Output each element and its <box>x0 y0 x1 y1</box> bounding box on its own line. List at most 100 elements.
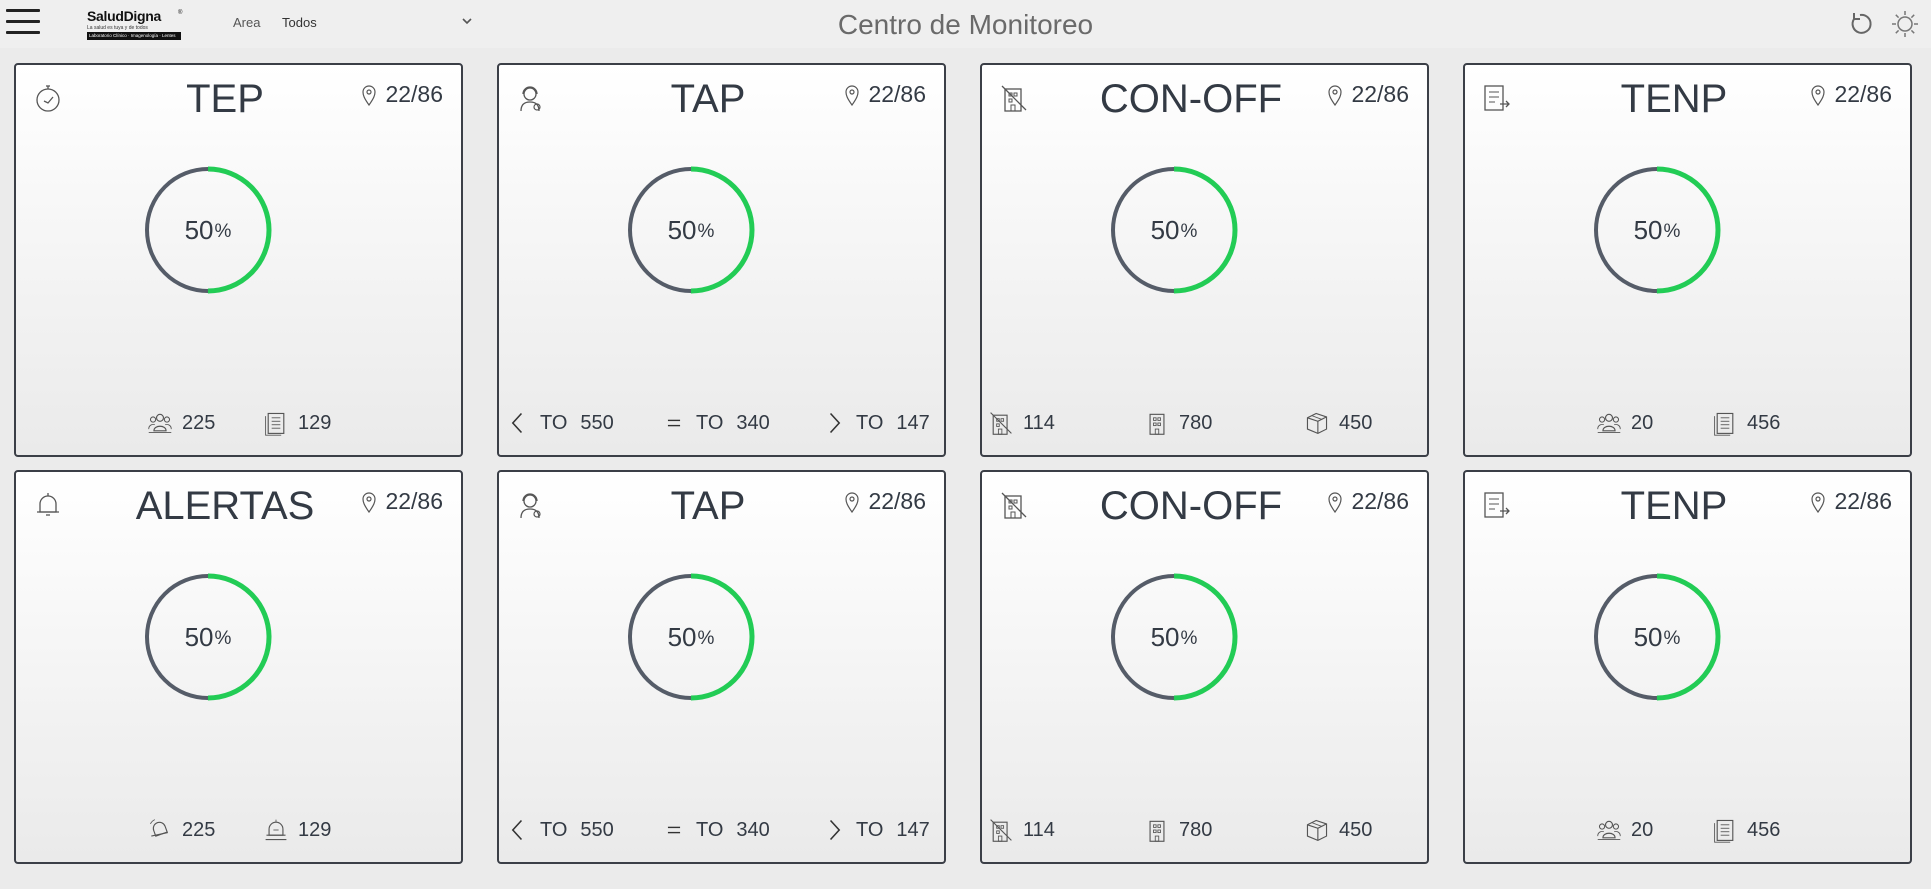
gauge-label: 50% <box>1107 570 1241 704</box>
monitor-card[interactable]: TEP 22/86 50% 225 129 <box>14 63 463 457</box>
stat-prefix: TO <box>696 818 724 841</box>
building-offline-icon <box>990 819 1012 842</box>
location-count: 22/86 <box>1327 488 1409 515</box>
users-group-icon <box>148 413 172 433</box>
progress-gauge: 50% <box>624 570 758 704</box>
map-pin-icon <box>845 84 860 106</box>
monitor-card[interactable]: TENP 22/86 50% 20 456 <box>1463 63 1912 457</box>
stat-value: 340 <box>736 411 770 434</box>
monitor-card[interactable]: ALERTAS 22/86 50% 225 129 <box>14 470 463 864</box>
boxes-icon <box>1306 412 1328 435</box>
percent-value: 50 <box>1633 214 1663 245</box>
monitor-card[interactable]: TENP 22/86 50% 20 456 <box>1463 470 1912 864</box>
card-stat: 450 <box>1304 817 1372 843</box>
building-icon <box>1149 413 1165 435</box>
stat-value: 780 <box>1179 818 1213 841</box>
monitor-card[interactable]: CON-OFF 22/86 50% 114 780 450 <box>980 63 1429 457</box>
progress-gauge: 50% <box>141 163 275 297</box>
stat-value: 550 <box>580 818 614 841</box>
location-count: 22/86 <box>361 488 443 515</box>
card-stat: 20 <box>1596 410 1653 436</box>
card-stat: 450 <box>1304 410 1372 436</box>
card-stat: 780 <box>1144 817 1212 843</box>
card-stat: TO 550 <box>505 410 614 436</box>
card-stat: 114 <box>988 817 1055 843</box>
card-stat: TO 340 <box>661 817 770 843</box>
percent-value: 50 <box>667 621 697 652</box>
monitor-card[interactable]: TAP 22/86 50% TO 550 TO 340 TO 147 <box>497 63 946 457</box>
location-value: 22/86 <box>868 81 926 107</box>
document-list-icon <box>265 412 285 436</box>
top-bar: SaludDigna ® La salud es tuya y de todos… <box>0 0 1931 48</box>
card-stat: 20 <box>1596 817 1653 843</box>
stat-prefix: TO <box>540 411 568 434</box>
gauge-label: 50% <box>1590 570 1724 704</box>
card-stat: 456 <box>1712 410 1780 436</box>
equals-icon <box>667 826 681 834</box>
map-pin-icon <box>362 84 377 106</box>
card-stat: TO 550 <box>505 817 614 843</box>
building-icon <box>1149 820 1165 842</box>
card-stat: 225 <box>147 410 215 436</box>
percent-sign: % <box>697 628 715 649</box>
card-stat: 225 <box>147 817 215 843</box>
stat-value: 225 <box>182 411 216 434</box>
percent-value: 50 <box>667 214 697 245</box>
bell-alert-icon <box>265 819 287 841</box>
map-pin-icon <box>845 491 860 513</box>
document-list-icon <box>1714 412 1734 436</box>
percent-sign: % <box>214 221 232 242</box>
location-value: 22/86 <box>1351 488 1409 514</box>
building-offline-icon <box>990 412 1012 435</box>
gauge-label: 50% <box>624 163 758 297</box>
location-count: 22/86 <box>1810 488 1892 515</box>
stat-value: 147 <box>896 818 930 841</box>
gauge-label: 50% <box>1590 163 1724 297</box>
card-stat: TO 147 <box>821 410 930 436</box>
page-title: Centro de Monitoreo <box>837 9 1094 40</box>
progress-gauge: 50% <box>1107 163 1241 297</box>
progress-gauge: 50% <box>624 163 758 297</box>
stat-value: 129 <box>298 411 332 434</box>
percent-sign: % <box>1180 221 1198 242</box>
document-list-icon <box>1714 819 1734 843</box>
monitor-card[interactable]: CON-OFF 22/86 50% 114 780 450 <box>980 470 1429 864</box>
users-group-icon <box>1597 413 1621 433</box>
location-value: 22/86 <box>385 488 443 514</box>
percent-sign: % <box>214 628 232 649</box>
stat-value: 456 <box>1747 411 1781 434</box>
card-stat: 114 <box>988 410 1055 436</box>
greater-than-icon <box>829 412 841 434</box>
location-value: 22/86 <box>868 488 926 514</box>
stat-value: 780 <box>1179 411 1213 434</box>
card-stat: TO 147 <box>821 817 930 843</box>
card-stat: 456 <box>1712 817 1780 843</box>
refresh-icon[interactable] <box>1846 10 1874 38</box>
percent-sign: % <box>1663 628 1681 649</box>
gauge-label: 50% <box>141 163 275 297</box>
less-than-icon <box>511 412 523 434</box>
stat-prefix: TO <box>856 818 884 841</box>
percent-value: 50 <box>184 621 214 652</box>
percent-sign: % <box>1180 628 1198 649</box>
stat-value: 225 <box>182 818 216 841</box>
stat-value: 450 <box>1339 411 1373 434</box>
location-value: 22/86 <box>1351 81 1409 107</box>
card-stat: TO 340 <box>661 410 770 436</box>
monitor-card[interactable]: TAP 22/86 50% TO 550 TO 340 TO 147 <box>497 470 946 864</box>
location-value: 22/86 <box>1834 81 1892 107</box>
map-pin-icon <box>1811 491 1826 513</box>
stat-value: 114 <box>1023 411 1055 434</box>
progress-gauge: 50% <box>141 570 275 704</box>
location-count: 22/86 <box>844 81 926 108</box>
card-stat: 129 <box>263 817 331 843</box>
map-pin-icon <box>362 491 377 513</box>
card-stat: 780 <box>1144 410 1212 436</box>
stat-value: 340 <box>736 818 770 841</box>
gauge-label: 50% <box>1107 163 1241 297</box>
location-count: 22/86 <box>1327 81 1409 108</box>
sun-icon[interactable] <box>1891 10 1919 38</box>
percent-sign: % <box>1663 221 1681 242</box>
percent-sign: % <box>697 221 715 242</box>
location-count: 22/86 <box>361 81 443 108</box>
